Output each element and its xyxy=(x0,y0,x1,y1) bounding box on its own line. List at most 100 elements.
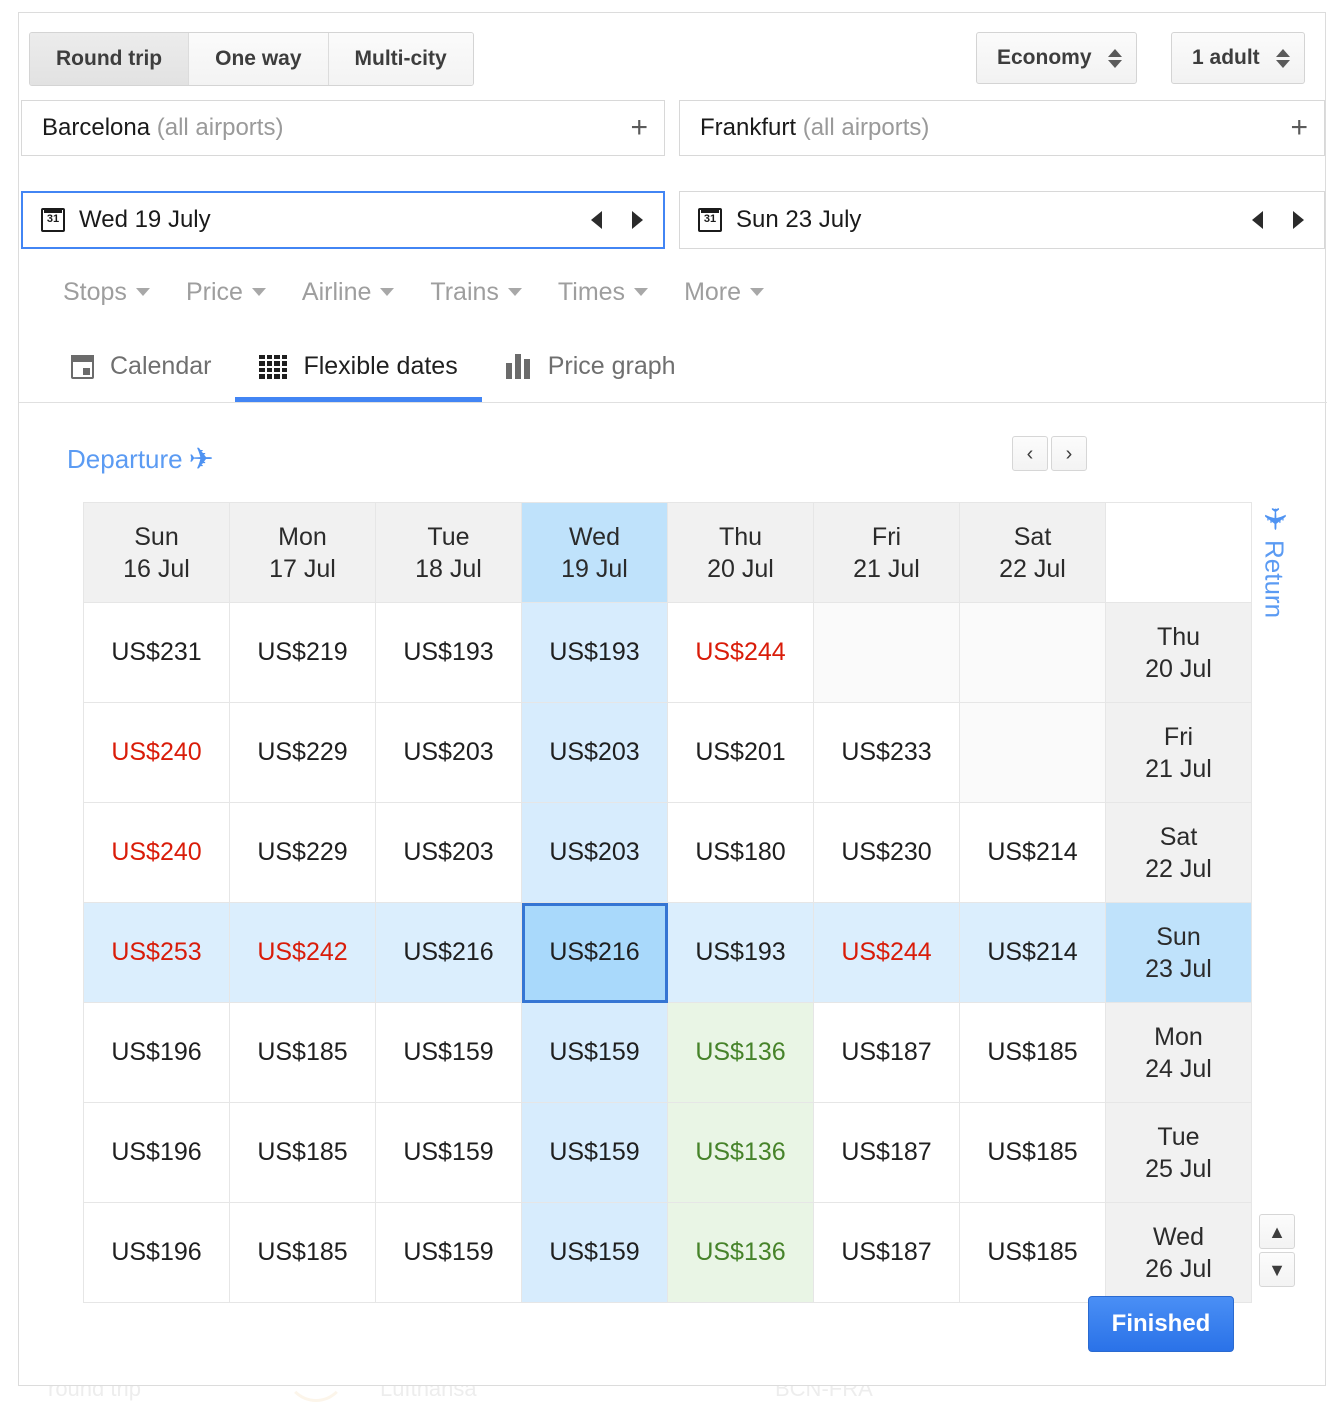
price-cell-r3-c5[interactable]: US$244 xyxy=(813,902,960,1003)
price-cell-r0-c2[interactable]: US$193 xyxy=(375,602,522,703)
price-cell-r4-c6[interactable]: US$185 xyxy=(959,1002,1106,1103)
price-cell-r4-c3[interactable]: US$159 xyxy=(521,1002,668,1103)
matrix-column-header-4[interactable]: Thu 20 Jul xyxy=(667,502,814,603)
price-cell-r5-c3[interactable]: US$159 xyxy=(521,1102,668,1203)
price-cell-r1-c2[interactable]: US$203 xyxy=(375,702,522,803)
matrix-vertical-scroll: ▲ ▼ xyxy=(1259,1214,1295,1287)
price-cell-r4-c2[interactable]: US$159 xyxy=(375,1002,522,1103)
price-cell-r4-c4[interactable]: US$136 xyxy=(667,1002,814,1103)
price-cell-r5-c4[interactable]: US$136 xyxy=(667,1102,814,1203)
price-cell-r0-c1[interactable]: US$219 xyxy=(229,602,376,703)
price-cell-r4-c1[interactable]: US$185 xyxy=(229,1002,376,1103)
tab-calendar[interactable]: Calendar xyxy=(47,331,235,402)
price-cell-r1-c0[interactable]: US$240 xyxy=(83,702,230,803)
matrix-prev-week-button[interactable]: ‹ xyxy=(1012,436,1048,471)
airplane-icon: ✈ xyxy=(1257,506,1291,532)
price-cell-r0-c0[interactable]: US$231 xyxy=(83,602,230,703)
trip-type-segmented-control[interactable]: Round trip One way Multi-city xyxy=(29,32,474,86)
price-cell-r5-c2[interactable]: US$159 xyxy=(375,1102,522,1203)
add-destination-icon[interactable]: + xyxy=(1290,113,1308,143)
filter-price[interactable]: Price xyxy=(186,278,266,307)
tab-flexible-dates[interactable]: Flexible dates xyxy=(235,331,482,402)
row-dow: Mon xyxy=(1154,1022,1203,1051)
price-cell-r5-c1[interactable]: US$185 xyxy=(229,1102,376,1203)
price-value: US$185 xyxy=(987,1038,1078,1066)
passenger-count-selector[interactable]: 1 adult xyxy=(1171,32,1305,84)
trip-type-round-trip[interactable]: Round trip xyxy=(30,33,190,85)
price-cell-r3-c6[interactable]: US$214 xyxy=(959,902,1106,1003)
price-cell-r6-c0[interactable]: US$196 xyxy=(83,1202,230,1303)
price-cell-r6-c3[interactable]: US$159 xyxy=(521,1202,668,1303)
price-cell-r2-c0[interactable]: US$240 xyxy=(83,802,230,903)
matrix-row-header-2[interactable]: Sat 22 Jul xyxy=(1105,802,1252,903)
departure-prev-day-icon[interactable] xyxy=(591,211,602,229)
price-cell-r2-c1[interactable]: US$229 xyxy=(229,802,376,903)
destination-input[interactable]: Frankfurt (all airports) + xyxy=(679,100,1325,156)
price-value: US$159 xyxy=(549,1238,640,1266)
matrix-row-header-1[interactable]: Fri 21 Jul xyxy=(1105,702,1252,803)
price-cell-r6-c2[interactable]: US$159 xyxy=(375,1202,522,1303)
matrix-column-header-5[interactable]: Fri 21 Jul xyxy=(813,502,960,603)
price-cell-r2-c4[interactable]: US$180 xyxy=(667,802,814,903)
trip-type-one-way[interactable]: One way xyxy=(189,33,329,85)
price-cell-r3-c0[interactable]: US$253 xyxy=(83,902,230,1003)
price-cell-r1-c5[interactable]: US$233 xyxy=(813,702,960,803)
matrix-row-header-0[interactable]: Thu 20 Jul xyxy=(1105,602,1252,703)
matrix-row-header-3[interactable]: Sun 23 Jul xyxy=(1105,902,1252,1003)
finished-button[interactable]: Finished xyxy=(1088,1296,1234,1352)
price-cell-r1-c4[interactable]: US$201 xyxy=(667,702,814,803)
matrix-column-header-6[interactable]: Sat 22 Jul xyxy=(959,502,1106,603)
matrix-row-header-4[interactable]: Mon 24 Jul xyxy=(1105,1002,1252,1103)
price-cell-r4-c5[interactable]: US$187 xyxy=(813,1002,960,1103)
price-cell-r6-c1[interactable]: US$185 xyxy=(229,1202,376,1303)
origin-input[interactable]: Barcelona (all airports) + xyxy=(21,100,665,156)
filter-more[interactable]: More xyxy=(684,278,765,307)
price-cell-r6-c5[interactable]: US$187 xyxy=(813,1202,960,1303)
price-cell-r2-c6[interactable]: US$214 xyxy=(959,802,1106,903)
matrix-column-header-3[interactable]: Wed 19 Jul xyxy=(521,502,668,603)
price-cell-r2-c3[interactable]: US$203 xyxy=(521,802,668,903)
price-cell-r1-c1[interactable]: US$229 xyxy=(229,702,376,803)
matrix-scroll-up-button[interactable]: ▲ xyxy=(1259,1214,1295,1249)
price-value: US$229 xyxy=(257,838,348,866)
price-cell-r5-c5[interactable]: US$187 xyxy=(813,1102,960,1203)
price-cell-r3-c4[interactable]: US$193 xyxy=(667,902,814,1003)
price-cell-r3-c2[interactable]: US$216 xyxy=(375,902,522,1003)
filter-stops[interactable]: Stops xyxy=(63,278,150,307)
matrix-column-header-2[interactable]: Tue 18 Jul xyxy=(375,502,522,603)
price-cell-r5-c6[interactable]: US$185 xyxy=(959,1102,1106,1203)
origin-value: Barcelona (all airports) xyxy=(42,114,283,142)
price-cell-r2-c2[interactable]: US$203 xyxy=(375,802,522,903)
price-cell-r0-c3[interactable]: US$193 xyxy=(521,602,668,703)
price-cell-r5-c0[interactable]: US$196 xyxy=(83,1102,230,1203)
return-prev-day-icon[interactable] xyxy=(1252,211,1263,229)
filter-times[interactable]: Times xyxy=(558,278,649,307)
price-cell-r6-c4[interactable]: US$136 xyxy=(667,1202,814,1303)
departure-next-day-icon[interactable] xyxy=(632,211,643,229)
price-cell-r1-c3[interactable]: US$203 xyxy=(521,702,668,803)
return-next-day-icon[interactable] xyxy=(1293,211,1304,229)
price-cell-r0-c4[interactable]: US$244 xyxy=(667,602,814,703)
price-cell-r3-c3[interactable]: US$216 xyxy=(521,902,668,1003)
price-cell-r4-c0[interactable]: US$196 xyxy=(83,1002,230,1103)
price-cell-r2-c5[interactable]: US$230 xyxy=(813,802,960,903)
add-origin-icon[interactable]: + xyxy=(630,113,648,143)
departure-date-input[interactable]: Wed 19 July xyxy=(21,191,665,249)
matrix-next-week-button[interactable]: › xyxy=(1051,436,1087,471)
matrix-column-header-0[interactable]: Sun 16 Jul xyxy=(83,502,230,603)
cabin-class-selector[interactable]: Economy xyxy=(976,32,1137,84)
column-dow: Thu xyxy=(718,522,763,551)
price-cell-r6-c6[interactable]: US$185 xyxy=(959,1202,1106,1303)
matrix-row-header-6[interactable]: Wed 26 Jul xyxy=(1105,1202,1252,1303)
tab-price-graph[interactable]: Price graph xyxy=(482,331,700,402)
trip-type-multi-city[interactable]: Multi-city xyxy=(328,33,473,85)
price-cell-r3-c1[interactable]: US$242 xyxy=(229,902,376,1003)
matrix-column-header-1[interactable]: Mon 17 Jul xyxy=(229,502,376,603)
matrix-scroll-down-button[interactable]: ▼ xyxy=(1259,1252,1295,1287)
filter-airline[interactable]: Airline xyxy=(302,278,395,307)
filter-trains[interactable]: Trains xyxy=(430,278,522,307)
matrix-row-header-5[interactable]: Tue 25 Jul xyxy=(1105,1102,1252,1203)
row-dow: Wed xyxy=(1153,1222,1204,1251)
return-axis-text: Return xyxy=(1259,540,1290,619)
return-date-input[interactable]: Sun 23 July xyxy=(679,191,1325,249)
